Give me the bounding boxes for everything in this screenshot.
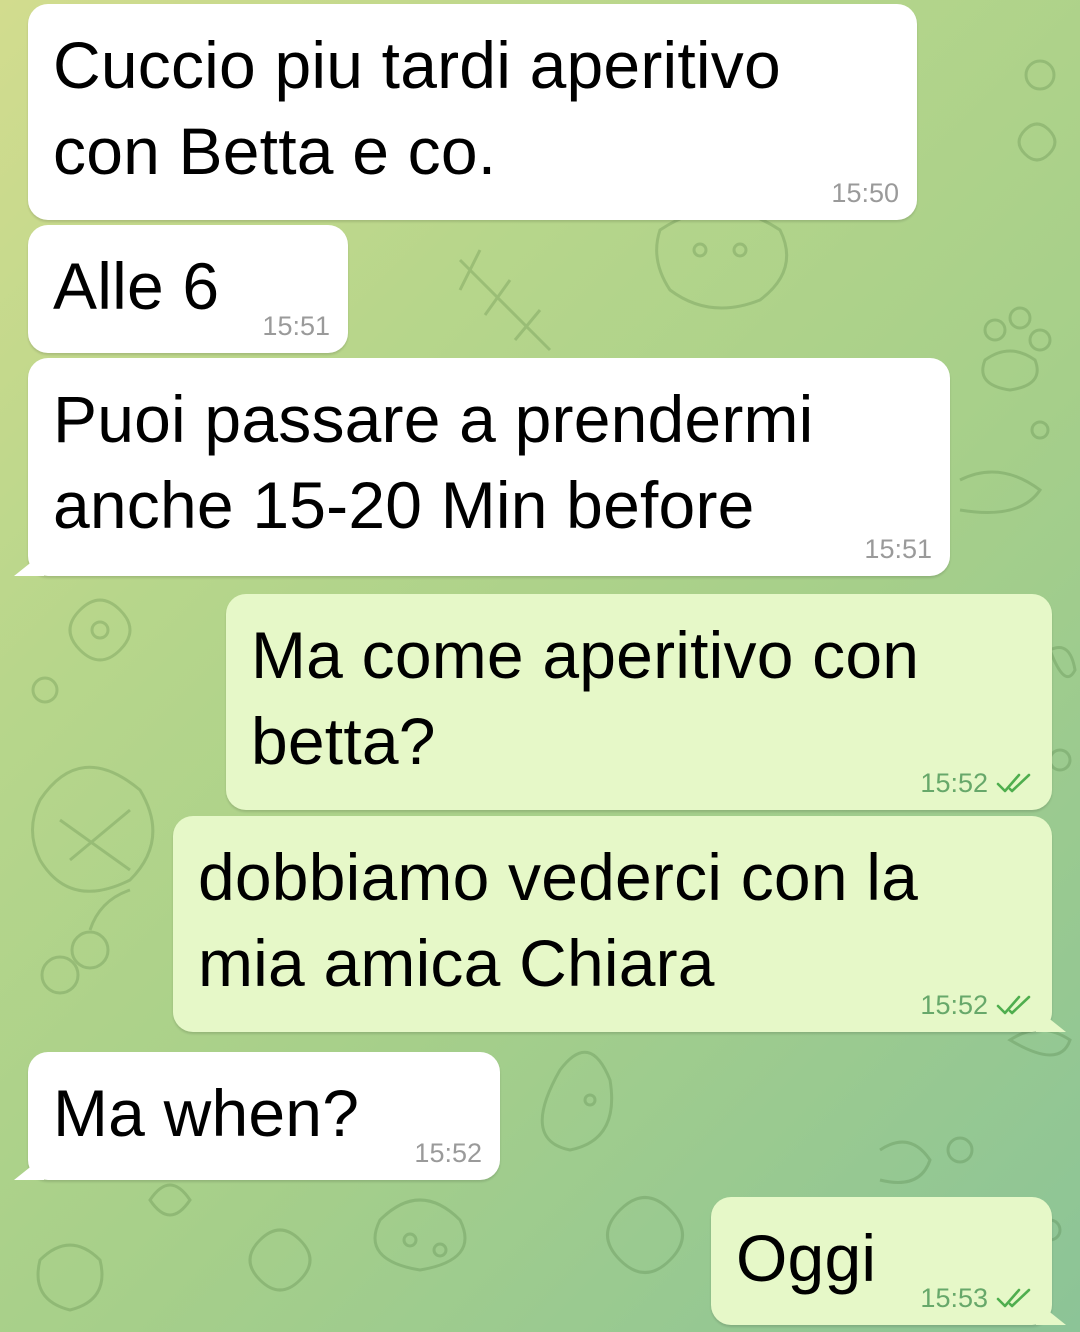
message-meta: 15:51 — [262, 311, 330, 341]
message-time: 15:52 — [414, 1138, 482, 1168]
message-bubble-outgoing[interactable]: Oggi 15:53 — [711, 1197, 1052, 1325]
double-check-icon — [996, 995, 1031, 1015]
message-text: Ma when? — [53, 1076, 360, 1150]
double-check-icon — [996, 1288, 1031, 1308]
message-text: Cuccio piu tardi aperitivo con Betta e c… — [53, 28, 781, 188]
message-bubble-incoming[interactable]: Puoi passare a prendermi anche 15-20 Min… — [28, 358, 950, 576]
message-text: Puoi passare a prendermi anche 15-20 Min… — [53, 382, 814, 542]
message-meta: 15:52 — [920, 768, 1034, 798]
message-meta: 15:52 — [414, 1138, 482, 1168]
double-check-icon — [996, 773, 1031, 793]
message-text: dobbiamo vederci con la mia amica Chiara — [198, 840, 919, 1000]
message-time: 15:51 — [262, 311, 330, 341]
message-text: Oggi — [736, 1221, 877, 1295]
message-time: 15:53 — [920, 1283, 988, 1313]
message-bubble-incoming[interactable]: Ma when? 15:52 — [28, 1052, 500, 1180]
message-bubble-incoming[interactable]: Alle 6 15:51 — [28, 225, 348, 353]
message-text: Alle 6 — [53, 249, 220, 323]
message-time: 15:52 — [920, 768, 988, 798]
message-meta: 15:52 — [920, 990, 1034, 1020]
message-time: 15:52 — [920, 990, 988, 1020]
message-meta: 15:53 — [920, 1283, 1034, 1313]
message-time: 15:51 — [864, 534, 932, 564]
message-text: Ma come aperitivo con betta? — [251, 618, 920, 778]
message-bubble-outgoing[interactable]: Ma come aperitivo con betta? 15:52 — [226, 594, 1052, 810]
message-bubble-incoming[interactable]: Cuccio piu tardi aperitivo con Betta e c… — [28, 4, 917, 220]
message-time: 15:50 — [831, 178, 899, 208]
message-bubble-outgoing[interactable]: dobbiamo vederci con la mia amica Chiara… — [173, 816, 1052, 1032]
message-meta: 15:50 — [831, 178, 899, 208]
message-meta: 15:51 — [864, 534, 932, 564]
